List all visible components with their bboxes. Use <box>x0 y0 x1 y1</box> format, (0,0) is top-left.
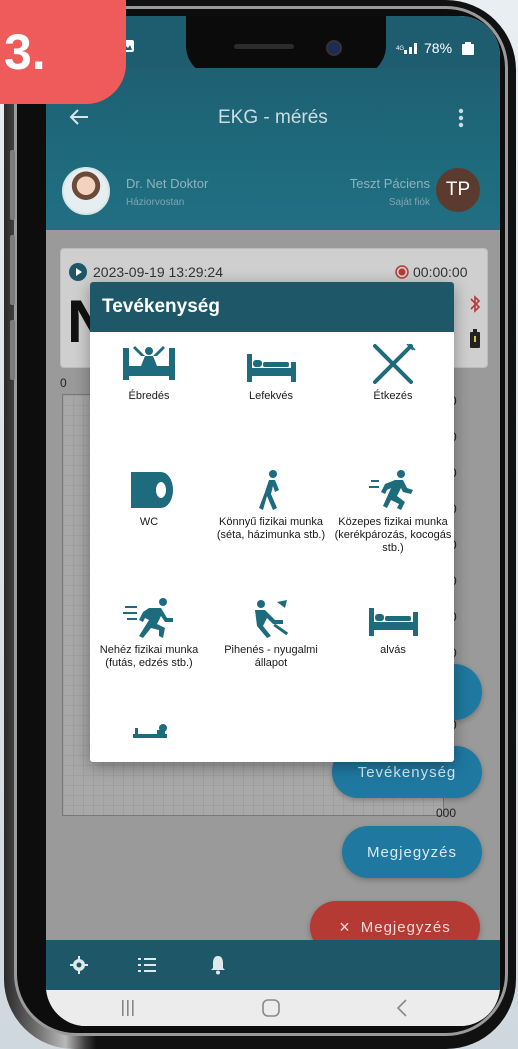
sleep-bed-icon <box>369 608 418 636</box>
bixby-button <box>10 320 15 380</box>
activity-dialog-header: Tevékenység <box>90 282 454 332</box>
step-number-badge: 3. <box>0 0 126 104</box>
activity-dialog: Tevékenység Ébredés Lefekvés Étkezés WC … <box>90 282 454 762</box>
activity-label: Ébredés <box>128 390 170 402</box>
phone-screen: 4G 78% EKG - mérés Dr. Net Doktor Házior… <box>46 16 500 1026</box>
activity-label: Könnyű fizikai munka (séta, házimunka st… <box>216 516 326 541</box>
step-number: 3. <box>4 24 46 80</box>
system-navigation-bar <box>46 990 500 1026</box>
bed-icon <box>247 354 296 382</box>
chart-bottom-value: 000 <box>436 806 457 820</box>
page-title: EKG - mérés <box>218 107 328 128</box>
camera-notch <box>186 16 386 76</box>
signal-icon: 4G <box>396 43 417 54</box>
wake-up-icon <box>123 346 175 380</box>
recording-duration: 00:00:00 <box>413 264 468 280</box>
patient-initials: TP <box>445 179 471 200</box>
home-icon[interactable] <box>262 999 280 1017</box>
svg-text:4G: 4G <box>396 46 404 52</box>
battery-percent: 78% <box>424 40 453 56</box>
activity-button-label: Tevékenység <box>357 763 457 781</box>
activity-item-nehez[interactable]: Nehéz fizikai munka (futás, edzés stb.) <box>90 598 208 670</box>
doctor-role: Háziorvostan <box>126 197 185 208</box>
activity-item-wc[interactable]: WC <box>90 470 208 529</box>
activity-label: WC <box>139 516 159 528</box>
volume-up-button <box>10 150 15 220</box>
note-button[interactable]: Megjegyzés <box>342 826 482 878</box>
bottom-navigation <box>46 940 500 990</box>
close-note-button-label: Megjegyzés <box>360 918 451 936</box>
activity-item-kozepes[interactable]: Közepes fizikai munka (kerékpározás, koc… <box>334 470 452 555</box>
activity-item-lying-exercise[interactable] <box>90 722 208 750</box>
running-icon <box>123 598 173 638</box>
recording-datetime: 2023-09-19 13:29:24 <box>93 264 223 280</box>
activity-label: Nehéz fizikai munka (futás, edzés stb.) <box>99 644 199 669</box>
activity-item-alvas[interactable]: alvás <box>334 598 452 657</box>
back-icon[interactable] <box>396 999 408 1017</box>
more-options-icon[interactable] <box>458 108 464 128</box>
note-button-label: Megjegyzés <box>366 843 458 861</box>
back-arrow-icon[interactable] <box>68 108 90 126</box>
activity-label: Pihenés - nyugalmi állapot <box>224 644 318 669</box>
activity-item-konnyu[interactable]: Könnyű fizikai munka (séta, házimunka st… <box>212 470 330 542</box>
activity-label: alvás <box>380 644 406 656</box>
activity-label: Étkezés <box>373 390 413 402</box>
close-icon: × <box>339 916 351 937</box>
volume-down-button <box>10 235 15 305</box>
doctor-avatar <box>62 167 110 215</box>
battery-icon <box>462 42 474 55</box>
activity-item-ebredes[interactable]: Ébredés <box>90 344 208 403</box>
walking-icon <box>259 470 279 510</box>
toilet-paper-icon <box>131 472 173 508</box>
bell-icon[interactable] <box>210 955 226 975</box>
play-icon[interactable] <box>69 263 87 281</box>
activity-label: Lefekvés <box>248 390 294 402</box>
activity-dialog-title: Tevékenység <box>102 296 220 317</box>
jogging-icon <box>369 470 413 510</box>
activity-item-pihenes[interactable]: Pihenés - nyugalmi állapot <box>212 598 330 670</box>
chart-axis-start: 0 <box>60 376 67 390</box>
bluetooth-icon <box>470 295 481 313</box>
activity-item-lefekves[interactable]: Lefekvés <box>212 344 330 403</box>
reclining-icon <box>255 600 289 638</box>
activity-item-etkezes[interactable]: Étkezés <box>334 344 452 403</box>
settings-gear-icon[interactable] <box>70 956 88 974</box>
patient-avatar[interactable]: TP <box>436 168 480 212</box>
recent-apps-icon[interactable] <box>122 1000 134 1016</box>
activity-label: Közepes fizikai munka (kerékpározás, koc… <box>334 516 452 554</box>
list-icon[interactable] <box>138 956 156 974</box>
record-indicator-icon <box>395 265 409 279</box>
patient-account: Saját fiók <box>388 197 430 208</box>
device-battery-icon <box>470 329 480 348</box>
lying-exercise-icon <box>133 724 167 738</box>
fork-knife-icon <box>373 344 416 384</box>
patient-name: Teszt Páciens <box>349 176 430 191</box>
doctor-name: Dr. Net Doktor <box>126 176 209 191</box>
